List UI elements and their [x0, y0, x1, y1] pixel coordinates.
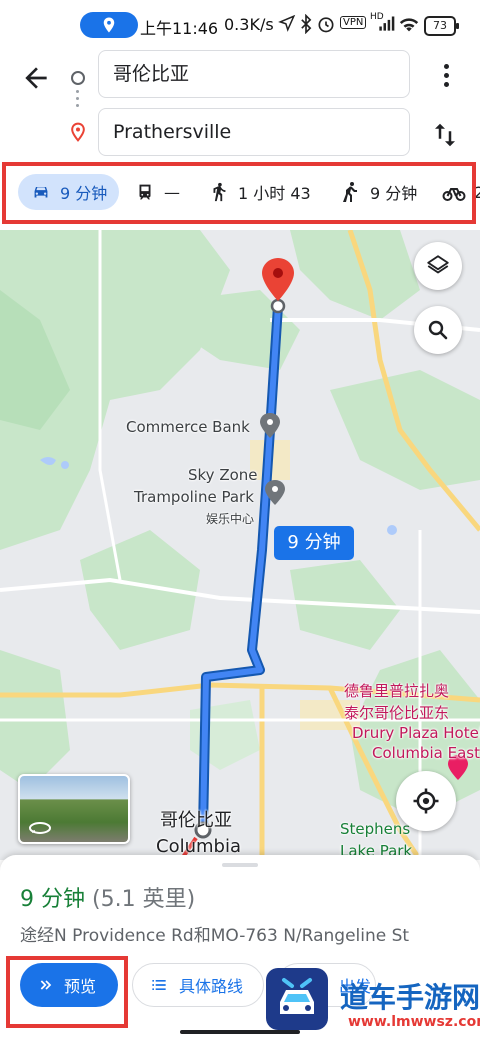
drag-handle[interactable] — [222, 863, 258, 867]
preview-label: 预览 — [64, 977, 97, 996]
car-logo-icon — [280, 978, 314, 1014]
mode-cycling-label: 2 — [474, 182, 480, 202]
location-indicator — [80, 12, 138, 38]
wifi-icon — [399, 18, 419, 32]
poi-label: Drury Plaza Hotel — [352, 724, 480, 742]
search-icon — [428, 320, 448, 340]
rotate-360-icon — [29, 822, 51, 834]
origin-field[interactable]: 哥伦比亚 — [98, 50, 410, 98]
origin-map-label: Columbia — [156, 836, 241, 857]
watermark-site-name: 道车手游网 — [340, 981, 480, 1014]
location-pin-icon — [103, 17, 115, 33]
poi-label: Columbia East — [372, 744, 480, 762]
search-button[interactable] — [414, 306, 462, 354]
navigation-arrow-icon — [278, 14, 296, 32]
battery-indicator: 73 — [424, 16, 459, 36]
poi-label: 娱乐中心 — [206, 512, 255, 526]
watermark-url: www.lmwwsz.com — [348, 1014, 480, 1030]
car-icon — [34, 186, 48, 198]
alarm-icon — [318, 17, 334, 33]
origin-dot-icon — [71, 71, 85, 85]
mode-walking-label: 1 小时 43 — [238, 184, 311, 203]
route-via: 途经N Providence Rd和MO-763 N/Rangeline St — [20, 926, 410, 946]
my-location-button[interactable] — [396, 771, 456, 831]
mode-cycling[interactable]: 2 — [442, 174, 480, 210]
route-connector — [76, 90, 79, 111]
layers-icon — [427, 255, 449, 274]
map-canvas — [0, 230, 480, 860]
route-time: 9 分钟 — [20, 887, 85, 912]
status-bar: 上午11:46 0.3K/s VPN HD 73 — [0, 0, 480, 48]
directions-header: 哥伦比亚 Prathersville — [0, 48, 480, 160]
mode-transit[interactable]: — — [134, 174, 180, 210]
poi-label: 德鲁里普拉扎奥 — [344, 682, 450, 700]
preview-button[interactable]: 预览 — [20, 963, 118, 1007]
double-chevron-icon — [40, 980, 52, 990]
bluetooth-icon — [301, 14, 312, 34]
map-view[interactable]: Commerce Bank Sky Zone Trampoline Park 娱… — [0, 230, 480, 860]
mode-ride[interactable]: 9 分钟 — [338, 174, 417, 210]
back-arrow-icon[interactable] — [20, 62, 52, 94]
poi-label: Trampoline Park — [134, 488, 254, 506]
route-distance: (5.1 英里) — [92, 887, 196, 912]
bicycle-icon — [442, 188, 466, 201]
signal-icon — [379, 16, 395, 31]
watermark-logo — [266, 968, 328, 1030]
list-icon — [152, 980, 166, 990]
status-time: 上午11:46 — [140, 19, 219, 38]
steps-button[interactable]: 具体路线 — [132, 963, 264, 1007]
poi-label: Sky Zone — [188, 466, 258, 484]
route-eta-bubble[interactable]: 9 分钟 — [274, 526, 354, 560]
poi-label: 泰尔哥伦比亚东 — [344, 704, 450, 722]
bike-walk-icon — [343, 182, 357, 202]
steps-label: 具体路线 — [179, 977, 244, 996]
mode-driving-label: 9 分钟 — [60, 184, 108, 203]
gesture-bar[interactable] — [180, 1030, 300, 1034]
travel-mode-bar: 9 分钟 — 1 小时 43 9 分钟 2 — [0, 160, 480, 230]
street-view-thumbnail[interactable] — [18, 774, 130, 844]
destination-field[interactable]: Prathersville — [98, 108, 410, 156]
more-options-icon[interactable] — [436, 64, 456, 94]
route-eta: 9 分钟 (5.1 英里) — [20, 881, 195, 913]
mode-transit-label: — — [164, 182, 180, 202]
mode-driving[interactable]: 9 分钟 — [18, 174, 120, 210]
network-speed: 0.3K/s — [224, 15, 274, 34]
mode-walking[interactable]: 1 小时 43 — [208, 174, 311, 210]
layers-button[interactable] — [414, 242, 462, 290]
mode-ride-label: 9 分钟 — [370, 184, 418, 203]
train-icon — [139, 184, 151, 200]
poi-label: Commerce Bank — [126, 418, 250, 436]
poi-label: Stephens — [340, 820, 411, 838]
origin-map-label: 哥伦比亚 — [160, 810, 232, 831]
vpn-badge: VPN — [340, 16, 367, 29]
destination-pin-icon — [71, 122, 85, 142]
swap-icon[interactable] — [430, 120, 460, 150]
walk-icon — [213, 182, 226, 202]
crosshair-icon — [413, 788, 439, 814]
